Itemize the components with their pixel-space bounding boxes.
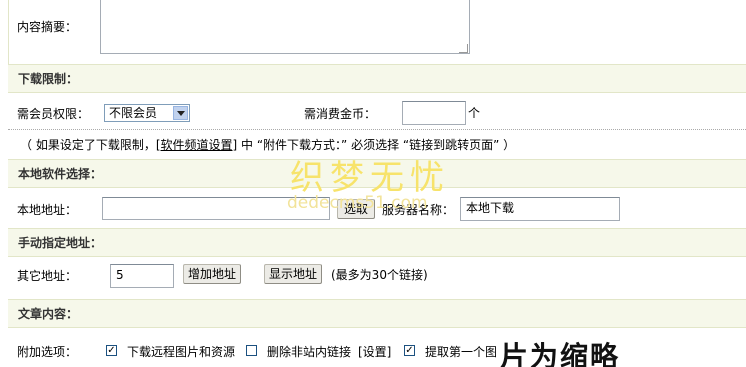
article-content-title: 文章内容： (18, 307, 79, 321)
member-permission-label: 需会员权限： (17, 107, 90, 121)
watermark-url: dedecms51.com (287, 193, 428, 213)
server-name-input[interactable]: 本地下载 (460, 197, 620, 221)
first-image-label: 提取第一个图 (425, 345, 498, 359)
download-limit-title: 下载限制： (18, 72, 79, 86)
coins-unit: 个 (468, 106, 481, 120)
download-note: （ 如果设定了下载限制，[软件频道设置] 中 “附件下载方式：” 必须选择 “链… (20, 138, 515, 152)
member-permission-value: 不限会员 (109, 106, 158, 120)
remove-links-checkbox[interactable] (246, 345, 257, 356)
other-address-label: 其它地址： (17, 269, 78, 283)
download-remote-checkbox[interactable]: ✓ (106, 345, 117, 356)
other-address-count-input[interactable]: 5 (110, 264, 174, 288)
local-software-title: 本地软件选择： (18, 167, 103, 181)
add-address-button[interactable]: 增加地址 (183, 264, 241, 284)
manual-address-section: 手动指定地址： (8, 228, 746, 257)
manual-address-title: 手动指定地址： (18, 236, 103, 250)
remove-links-settings-link[interactable]: [设置] (358, 345, 391, 359)
resize-grip-icon[interactable] (459, 44, 468, 53)
overflow-caption: 片为缩略 (500, 340, 621, 367)
divider (8, 129, 746, 130)
summary-textarea[interactable] (100, 0, 470, 54)
download-note-prefix: （ 如果设定了下载限制，[ (20, 138, 161, 152)
left-border (8, 0, 9, 64)
software-channel-settings-link[interactable]: 软件频道设置 (161, 138, 233, 152)
remove-links-label: 删除非站内链接 (267, 345, 352, 359)
download-note-suffix: ] 中 “附件下载方式：” 必须选择 “链接到跳转页面” ） (232, 138, 516, 152)
article-content-section: 文章内容： (8, 299, 746, 328)
show-address-button[interactable]: 显示地址 (264, 264, 322, 284)
coins-label: 需消费金币： (304, 107, 377, 121)
download-limit-section: 下载限制： (8, 64, 746, 93)
first-image-checkbox[interactable]: ✓ (404, 345, 415, 356)
summary-label: 内容摘要： (17, 20, 78, 34)
member-permission-select[interactable]: 不限会员 (104, 104, 190, 122)
coins-input[interactable] (402, 101, 466, 125)
address-limit-hint: (最多为30个链接) (331, 268, 428, 282)
local-address-label: 本地地址： (17, 203, 78, 217)
chevron-down-icon[interactable] (173, 106, 188, 120)
extra-options-label: 附加选项： (17, 345, 78, 359)
download-remote-label: 下载远程图片和资源 (127, 345, 236, 359)
watermark-logo: 织梦无忧 (290, 158, 450, 198)
